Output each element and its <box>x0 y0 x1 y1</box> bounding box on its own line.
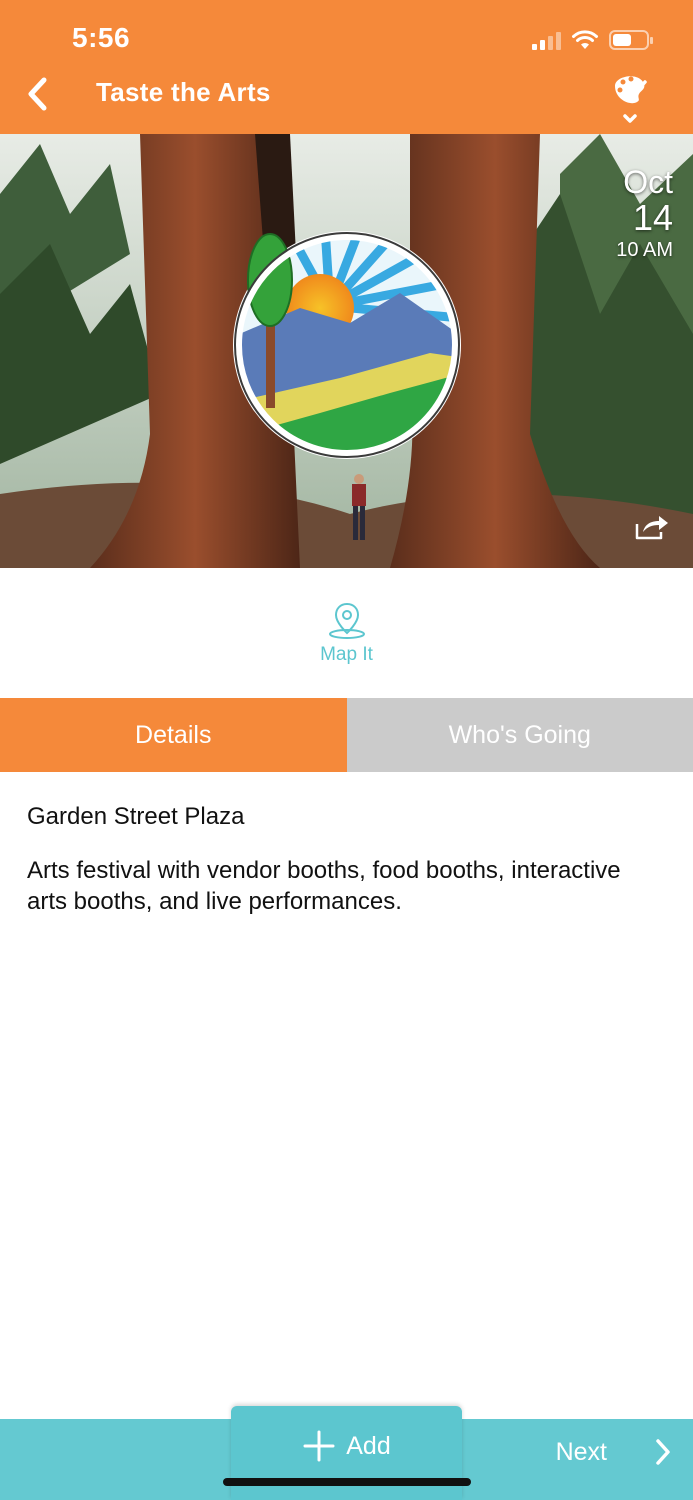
battery-icon <box>609 30 653 50</box>
event-hero-image: Oct 14 10 AM <box>0 134 693 568</box>
map-pin-icon <box>328 602 365 639</box>
share-icon <box>635 516 668 540</box>
home-indicator <box>223 1478 471 1486</box>
event-logo <box>233 231 461 459</box>
event-description: Arts festival with vendor booths, food b… <box>27 857 621 915</box>
next-label: Next <box>555 1437 607 1466</box>
tab-details[interactable]: Details <box>0 698 347 772</box>
tab-whos-going[interactable]: Who's Going <box>346 698 693 772</box>
add-label: Add <box>346 1431 391 1460</box>
event-date: Oct 14 10 AM <box>616 166 673 260</box>
palette-icon <box>615 76 647 123</box>
date-day: 14 <box>632 197 673 238</box>
back-button[interactable] <box>20 72 60 116</box>
signal-icon <box>532 30 561 50</box>
map-it-label: Map It <box>320 644 373 665</box>
top-bar: 5:56 Taste the Arts <box>0 0 693 134</box>
page-title: Taste the Arts <box>96 77 271 107</box>
next-button[interactable]: Next <box>556 1419 673 1485</box>
plus-icon <box>303 1430 335 1462</box>
wifi-icon <box>572 30 598 49</box>
chevron-left-icon <box>28 77 47 111</box>
event-venue: Garden Street Plaza <box>27 803 245 830</box>
status-icons <box>532 26 653 54</box>
share-button[interactable] <box>633 512 671 542</box>
date-time: 10 AM <box>616 239 673 261</box>
app-menu-button[interactable] <box>607 70 653 128</box>
status-time: 5:56 <box>72 22 131 53</box>
details-panel: Garden Street Plaza Arts festival with v… <box>27 803 667 917</box>
chevron-right-icon <box>656 1439 670 1465</box>
map-it-button[interactable]: Map It <box>0 568 693 698</box>
date-month: Oct <box>623 164 673 200</box>
tab-bar: Details Who's Going <box>0 698 693 772</box>
